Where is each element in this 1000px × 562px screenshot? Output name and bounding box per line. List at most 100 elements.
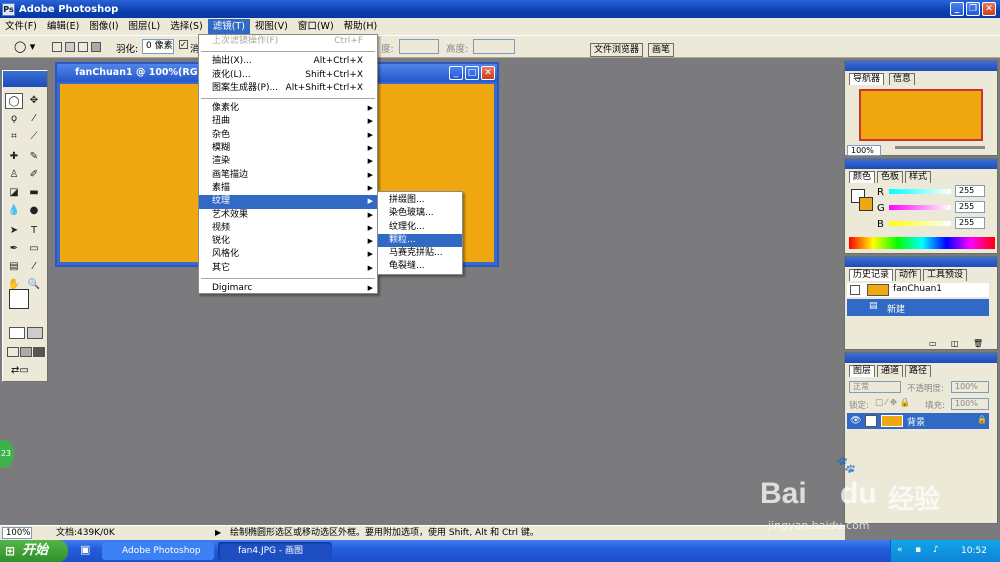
channel-b-input[interactable]: 255 (955, 217, 985, 229)
bg-color-chip[interactable] (859, 197, 873, 211)
color-spectrum-bar[interactable] (849, 237, 995, 249)
feather-input[interactable]: 0 像素 (142, 39, 174, 54)
foreground-color-swatch[interactable] (9, 289, 29, 309)
doc-close-icon[interactable]: ✕ (481, 66, 495, 80)
standard-mode-icon[interactable] (9, 327, 25, 339)
network-icon[interactable]: ▪ (915, 545, 921, 555)
notes-tool-icon[interactable]: ▤ (5, 259, 23, 275)
clock[interactable]: 10:52 (961, 546, 987, 556)
tab-swatches[interactable]: 色板 (877, 171, 904, 183)
menu-item-extract[interactable]: 抽出(X)... Alt+Ctrl+X (199, 55, 377, 68)
tab-channels[interactable]: 通道 (877, 365, 904, 377)
minimize-icon[interactable]: _ (950, 2, 964, 16)
taskbar-item-paint[interactable]: fan4.JPG - 画图 (218, 542, 332, 560)
menu-item-other[interactable]: 其它 ▶ (199, 262, 377, 275)
blend-mode-select[interactable]: 正常 (849, 381, 901, 393)
navigator-preview[interactable] (859, 89, 983, 141)
show-desktop-icon[interactable]: ▣ (80, 543, 90, 556)
lock-icons[interactable]: □ ⁄ ✥ 🔒 (875, 398, 910, 408)
magic-wand-icon[interactable]: ⁄ (25, 111, 43, 127)
opacity-input[interactable]: 100% (951, 381, 989, 393)
type-tool-icon[interactable]: T (25, 223, 43, 239)
path-select-icon[interactable]: ➤ (5, 223, 23, 239)
menu-item-texture[interactable]: 纹理 ▶ (199, 195, 377, 209)
close-icon[interactable]: ✕ (982, 2, 996, 16)
tab-brushes[interactable]: 画笔 (648, 43, 675, 57)
lasso-tool-icon[interactable]: ϙ (5, 111, 23, 127)
antialias-checkbox[interactable]: ✓ (179, 40, 188, 49)
history-snapshot-row[interactable]: fanChuan1 (847, 283, 989, 297)
menu-item-video[interactable]: 视频 ▶ (199, 222, 377, 235)
tab-info[interactable]: 信息 (889, 73, 916, 85)
channel-r-slider[interactable] (889, 189, 951, 194)
jump-to-imageready-icon[interactable]: ⇄▭ (11, 365, 29, 376)
volume-icon[interactable]: ♪ (933, 545, 939, 555)
width-input[interactable] (399, 39, 439, 54)
menu-item-noise[interactable]: 杂色 ▶ (199, 129, 377, 142)
tab-tool-presets[interactable]: 工具预设 (923, 269, 968, 281)
tab-color[interactable]: 颜色 (849, 171, 876, 183)
dodge-tool-icon[interactable]: ● (25, 203, 43, 219)
delete-state-icon[interactable]: 🗑 (973, 339, 983, 348)
menu-item-distort[interactable]: 扭曲 ▶ (199, 115, 377, 128)
tab-paths[interactable]: 路径 (905, 365, 932, 377)
new-selection-icon[interactable] (52, 42, 62, 52)
history-brush-icon[interactable]: ✐ (25, 167, 43, 183)
menu-window[interactable]: 窗口(W) (293, 19, 339, 34)
floating-badge[interactable]: 23 (0, 440, 14, 468)
menu-item-texturizer[interactable]: 纹理化... (378, 221, 462, 234)
tab-actions[interactable]: 动作 (895, 269, 922, 281)
tab-history[interactable]: 历史记录 (849, 269, 894, 281)
screen-mode-full-menu-icon[interactable] (20, 347, 32, 357)
tab-file-browser[interactable]: 文件浏览器 (590, 43, 644, 57)
menu-item-craquelure[interactable]: 龟裂缝... (378, 260, 462, 273)
blur-tool-icon[interactable]: 💧 (5, 203, 23, 219)
channel-g-slider[interactable] (889, 205, 951, 210)
crop-tool-icon[interactable]: ⌗ (5, 129, 23, 145)
menu-image[interactable]: 图像(I) (84, 19, 123, 34)
new-doc-from-state-icon[interactable]: ▭ (929, 339, 937, 348)
menu-item-grain[interactable]: 颗粒... (378, 233, 462, 248)
brush-tool-icon[interactable]: ✎ (25, 149, 43, 165)
menu-edit[interactable]: 编辑(E) (42, 19, 84, 34)
doc-minimize-icon[interactable]: _ (449, 66, 463, 80)
start-button[interactable]: ⊞ 开始 (0, 540, 68, 562)
intersect-selection-icon[interactable] (91, 42, 101, 52)
menu-item-blur[interactable]: 模糊 ▶ (199, 142, 377, 155)
menu-item-patchwork[interactable]: 拼缀图... (378, 194, 462, 207)
move-tool-icon[interactable]: ✥ (25, 93, 43, 109)
status-doc-info[interactable]: 文档:439K/0K (56, 526, 115, 540)
eraser-tool-icon[interactable]: ◪ (5, 185, 23, 201)
eye-icon[interactable]: 👁 (850, 416, 861, 426)
fill-input[interactable]: 100% (951, 398, 989, 410)
channel-g-input[interactable]: 255 (955, 201, 985, 213)
menu-item-sharpen[interactable]: 锐化 ▶ (199, 235, 377, 248)
tab-styles[interactable]: 样式 (905, 171, 932, 183)
restore-icon[interactable]: ❐ (966, 2, 980, 16)
tray-expand-icon[interactable]: « (897, 545, 903, 555)
add-selection-icon[interactable] (65, 42, 75, 52)
menu-item-pixelate[interactable]: 像素化 ▶ (199, 102, 377, 115)
menu-item-digimarc[interactable]: Digimarc ▶ (199, 282, 377, 295)
rectangle-tool-icon[interactable]: ▭ (25, 241, 43, 257)
menu-item-pattern-maker[interactable]: 图案生成器(P)... Alt+Shift+Ctrl+X (199, 82, 377, 95)
history-brush-source-icon[interactable] (850, 285, 860, 295)
menu-select[interactable]: 选择(S) (165, 19, 207, 34)
slice-tool-icon[interactable]: ⟋ (25, 129, 43, 145)
quick-mask-icon[interactable] (27, 327, 43, 339)
menu-file[interactable]: 文件(F) (0, 19, 42, 34)
menu-filter[interactable]: 滤镜(T) (207, 19, 250, 34)
brush-link-icon[interactable] (865, 415, 877, 427)
menu-item-mosaic-tiles[interactable]: 马赛克拼贴... (378, 247, 462, 260)
menu-item-render[interactable]: 渲染 ▶ (199, 155, 377, 168)
status-zoom[interactable]: 100% (2, 527, 32, 539)
menu-item-brush-strokes[interactable]: 画笔描边 ▶ (199, 169, 377, 182)
menu-item-artistic[interactable]: 艺术效果 ▶ (199, 209, 377, 222)
ellipse-marquee-tool-icon[interactable]: ◯ (5, 93, 23, 109)
gradient-tool-icon[interactable]: ▬ (25, 185, 43, 201)
tab-navigator[interactable]: 导航器 (849, 73, 885, 85)
status-arrow-icon[interactable]: ▶ (215, 526, 221, 540)
layer-row-background[interactable]: 👁 背景 🔒 (847, 413, 989, 429)
eyedropper-icon[interactable]: ⁄ (25, 259, 43, 275)
menu-view[interactable]: 视图(V) (250, 19, 293, 34)
